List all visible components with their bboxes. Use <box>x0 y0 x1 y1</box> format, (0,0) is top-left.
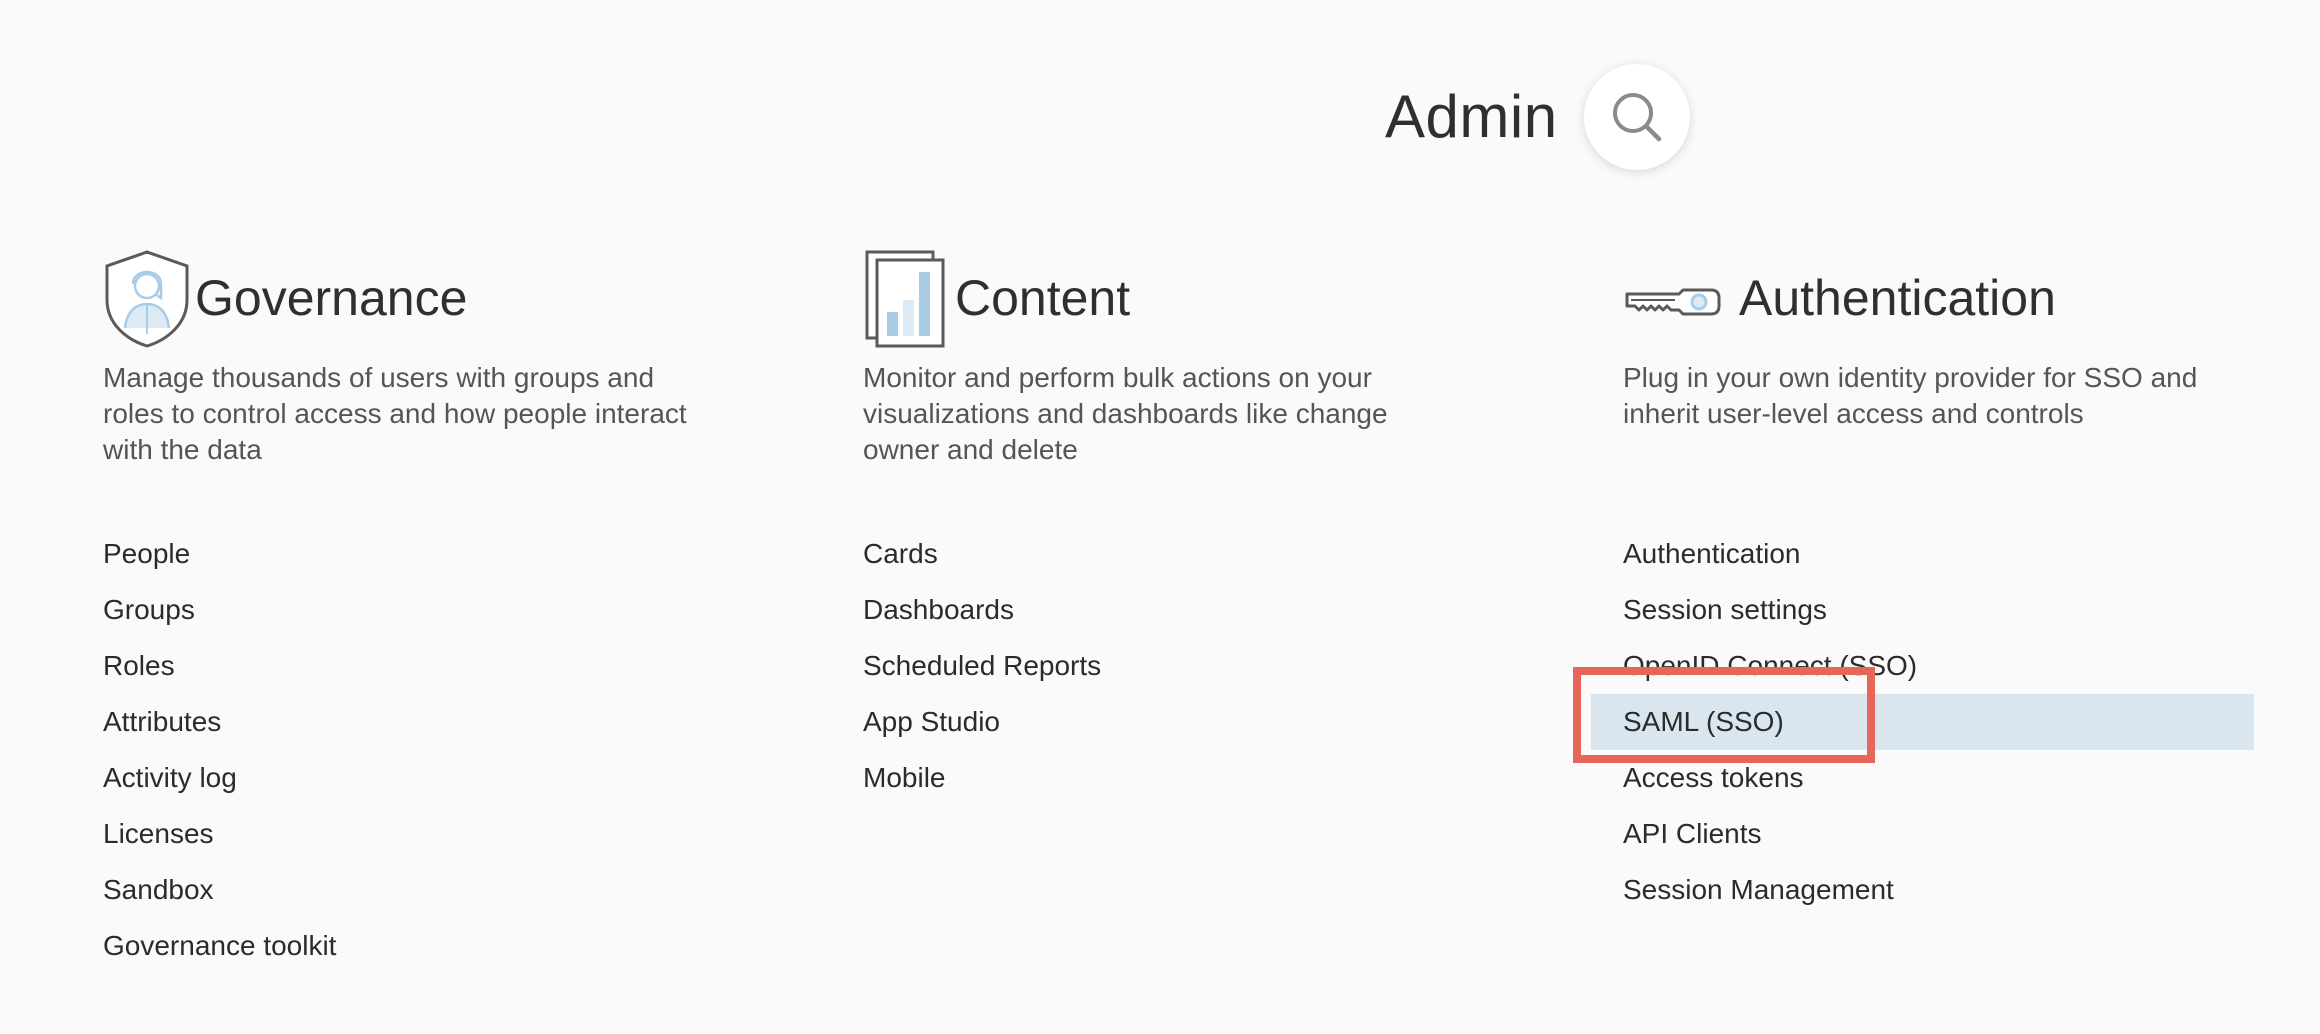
link-authentication[interactable]: Authentication <box>1623 526 2263 582</box>
shield-user-icon <box>103 248 191 348</box>
link-openid-connect[interactable]: OpenID Connect (SSO) <box>1623 638 2263 694</box>
link-saml-sso[interactable]: SAML (SSO) <box>1591 694 2263 750</box>
link-mobile[interactable]: Mobile <box>863 750 1503 806</box>
governance-description: Manage thousands of users with groups an… <box>103 362 687 465</box>
content-title: Content <box>955 270 1131 326</box>
link-groups[interactable]: Groups <box>103 582 743 638</box>
governance-header: Governance <box>103 248 743 348</box>
link-api-clients[interactable]: API Clients <box>1623 806 2263 862</box>
key-icon <box>1623 248 1735 348</box>
content-section: Content Monitor and perform bulk actions… <box>863 248 1503 822</box>
search-icon <box>1612 93 1661 142</box>
link-activity-log[interactable]: Activity log <box>103 750 743 806</box>
admin-page: Admin Governance Manage thousands of use… <box>0 0 2320 1034</box>
authentication-header: Authentication <box>1623 248 2263 348</box>
page-title: Admin <box>1385 83 1558 150</box>
link-scheduled-reports[interactable]: Scheduled Reports <box>863 638 1503 694</box>
governance-section: Governance Manage thousands of users wit… <box>103 248 743 990</box>
authentication-section: Authentication Plug in your own identity… <box>1591 248 2263 934</box>
content-header: Content <box>863 248 1503 348</box>
link-roles[interactable]: Roles <box>103 638 743 694</box>
link-attributes[interactable]: Attributes <box>103 694 743 750</box>
governance-title: Governance <box>195 270 468 326</box>
link-sandbox[interactable]: Sandbox <box>103 862 743 918</box>
link-licenses[interactable]: Licenses <box>103 806 743 862</box>
page-header: Admin <box>1385 62 1690 172</box>
link-app-studio[interactable]: App Studio <box>863 694 1503 750</box>
governance-links: People Groups Roles Attributes Activity … <box>103 526 743 974</box>
link-session-settings[interactable]: Session settings <box>1623 582 2263 638</box>
link-session-management[interactable]: Session Management <box>1623 862 2263 918</box>
content-description: Monitor and perform bulk actions on your… <box>863 362 1388 465</box>
chart-pages-icon <box>863 248 951 348</box>
authentication-title: Authentication <box>1739 270 2056 326</box>
authentication-links: Authentication Session settings OpenID C… <box>1591 526 2263 918</box>
link-access-tokens[interactable]: Access tokens <box>1623 750 2263 806</box>
link-people[interactable]: People <box>103 526 743 582</box>
authentication-description: Plug in your own identity provider for S… <box>1623 362 2198 429</box>
search-button[interactable] <box>1583 64 1690 170</box>
link-cards[interactable]: Cards <box>863 526 1503 582</box>
content-links: Cards Dashboards Scheduled Reports App S… <box>863 526 1503 806</box>
link-dashboards[interactable]: Dashboards <box>863 582 1503 638</box>
link-governance-toolkit[interactable]: Governance toolkit <box>103 918 743 974</box>
